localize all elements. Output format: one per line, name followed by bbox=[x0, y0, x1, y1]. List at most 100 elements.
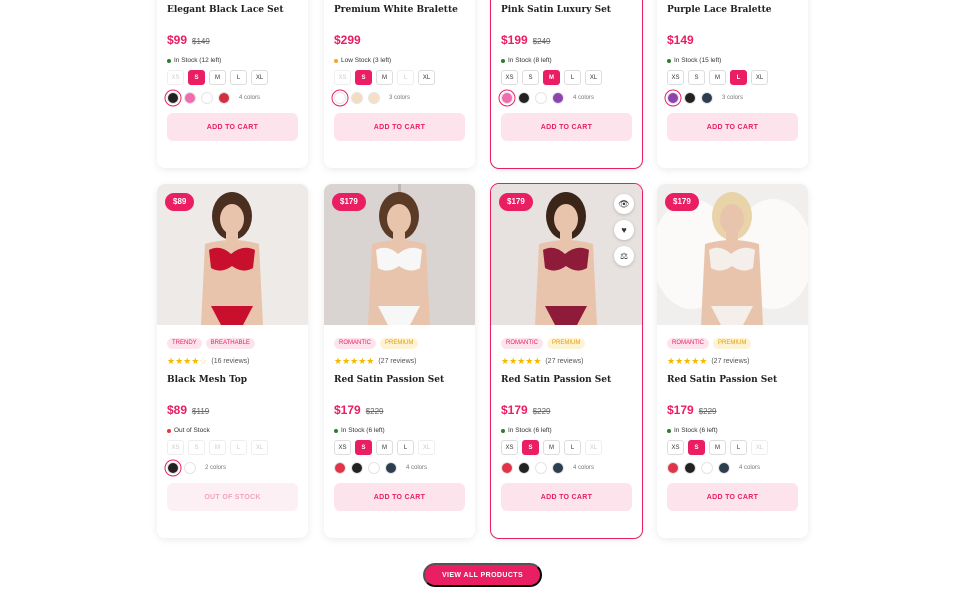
add-to-cart-button[interactable]: ADD TO CART bbox=[667, 483, 798, 511]
color-swatch[interactable] bbox=[718, 462, 730, 474]
size-option-xs[interactable]: XS bbox=[334, 440, 351, 455]
product-card[interactable]: $89 TRENDY BREATHABLE ★★★★☆ (16 reviews) Blac… bbox=[157, 184, 308, 538]
color-swatch[interactable] bbox=[351, 462, 363, 474]
product-card[interactable]: $179 ROMANTIC PREMIUM ★★★★★ (27 reviews) Red … bbox=[657, 184, 808, 538]
size-option-s[interactable]: S bbox=[522, 440, 539, 455]
add-to-cart-button[interactable]: ADD TO CART bbox=[334, 113, 465, 141]
product-image[interactable]: $89 bbox=[157, 184, 308, 325]
size-option-l[interactable]: L bbox=[230, 70, 247, 85]
add-to-cart-button[interactable]: ADD TO CART bbox=[667, 113, 798, 141]
size-option-m[interactable]: M bbox=[376, 440, 393, 455]
color-swatch[interactable] bbox=[167, 92, 179, 104]
color-swatch[interactable] bbox=[552, 462, 564, 474]
size-option-l[interactable]: L bbox=[564, 440, 581, 455]
size-option-m[interactable]: M bbox=[543, 70, 560, 85]
color-swatch[interactable] bbox=[334, 92, 346, 104]
price: $179 bbox=[501, 403, 528, 417]
color-swatch[interactable] bbox=[667, 462, 679, 474]
size-option-s[interactable]: S bbox=[522, 70, 539, 85]
size-option-m[interactable]: M bbox=[209, 70, 226, 85]
compare-icon[interactable]: ⚖ bbox=[614, 246, 634, 266]
product-card[interactable]: $179 ROMANTIC PREMIUM ★★★★★ (27 reviews) Red … bbox=[324, 184, 475, 538]
product-title[interactable]: Elegant Black Lace Set bbox=[167, 5, 298, 19]
heart-icon[interactable]: ♥ bbox=[614, 220, 634, 240]
size-option-s[interactable]: S bbox=[688, 70, 705, 85]
color-swatch[interactable] bbox=[201, 92, 213, 104]
size-option-xl[interactable]: XL bbox=[585, 70, 602, 85]
size-option-xl[interactable]: XL bbox=[751, 70, 768, 85]
product-card[interactable]: Elegant Black Lace Set $99 $149 In Stock (1… bbox=[157, 0, 308, 168]
size-option-l[interactable]: L bbox=[397, 440, 414, 455]
product-image[interactable]: $179 👁 ♥ ⚖ bbox=[491, 184, 642, 325]
product-card[interactable]: Pink Satin Luxury Set $199 $249 In Stock (8… bbox=[490, 0, 643, 169]
size-option-xl[interactable]: XL bbox=[251, 70, 268, 85]
color-swatch[interactable] bbox=[334, 462, 346, 474]
color-swatch[interactable] bbox=[501, 92, 513, 104]
review-count[interactable]: (27 reviews) bbox=[711, 358, 749, 365]
add-to-cart-button[interactable]: ADD TO CART bbox=[501, 483, 632, 511]
product-image[interactable]: $179 bbox=[324, 184, 475, 325]
view-all-products-button[interactable]: VIEW ALL PRODUCTS bbox=[423, 563, 542, 587]
size-option-s[interactable]: S bbox=[188, 70, 205, 85]
color-swatch[interactable] bbox=[518, 462, 530, 474]
tag-list: ROMANTIC PREMIUM bbox=[334, 338, 465, 350]
size-option-l[interactable]: L bbox=[730, 70, 747, 85]
product-title[interactable]: Premium White Bralette bbox=[334, 5, 465, 19]
color-swatch[interactable] bbox=[385, 462, 397, 474]
color-swatch[interactable] bbox=[552, 92, 564, 104]
size-option-m[interactable]: M bbox=[709, 440, 726, 455]
size-option-xl[interactable]: XL bbox=[418, 70, 435, 85]
product-title[interactable]: Red Satin Passion Set bbox=[334, 375, 465, 389]
add-to-cart-button[interactable]: ADD TO CART bbox=[334, 483, 465, 511]
size-option-s[interactable]: S bbox=[688, 440, 705, 455]
color-swatch[interactable] bbox=[167, 462, 179, 474]
add-to-cart-button[interactable]: ADD TO CART bbox=[167, 113, 298, 141]
color-swatch[interactable] bbox=[184, 92, 196, 104]
product-title[interactable]: Red Satin Passion Set bbox=[501, 375, 632, 389]
product-card[interactable]: $179 👁 ♥ ⚖ ROMANTIC PREMIUM ★★★★★ (27 reviews) R… bbox=[490, 183, 643, 539]
size-option-m[interactable]: M bbox=[376, 70, 393, 85]
color-swatch[interactable] bbox=[684, 92, 696, 104]
size-option-xs[interactable]: XS bbox=[501, 440, 518, 455]
price-badge: $179 bbox=[499, 193, 533, 211]
color-swatch[interactable] bbox=[535, 92, 547, 104]
eye-icon[interactable]: 👁 bbox=[614, 194, 634, 214]
price: $99 bbox=[167, 33, 188, 47]
review-count[interactable]: (27 reviews) bbox=[378, 358, 416, 365]
size-option-s[interactable]: S bbox=[355, 70, 372, 85]
color-swatch[interactable] bbox=[535, 462, 547, 474]
color-swatch[interactable] bbox=[684, 462, 696, 474]
review-count[interactable]: (27 reviews) bbox=[545, 358, 583, 365]
product-card[interactable]: Premium White Bralette $299 Low Stock (3 l… bbox=[324, 0, 475, 168]
size-option-m[interactable]: M bbox=[709, 70, 726, 85]
color-swatch[interactable] bbox=[518, 92, 530, 104]
product-title[interactable]: Black Mesh Top bbox=[167, 375, 298, 389]
color-swatch[interactable] bbox=[701, 462, 713, 474]
product-image[interactable]: $179 bbox=[657, 184, 808, 325]
review-count[interactable]: (16 reviews) bbox=[211, 358, 249, 365]
size-option-l[interactable]: L bbox=[564, 70, 581, 85]
color-swatch[interactable] bbox=[368, 92, 380, 104]
color-swatch[interactable] bbox=[667, 92, 679, 104]
size-selector: XS S M L XL bbox=[501, 70, 632, 85]
old-price: $229 bbox=[532, 407, 551, 416]
size-option-xs[interactable]: XS bbox=[501, 70, 518, 85]
color-swatch[interactable] bbox=[218, 92, 230, 104]
add-to-cart-button[interactable]: ADD TO CART bbox=[501, 113, 632, 141]
stock-status: Low Stock (3 left) bbox=[334, 57, 465, 64]
color-swatch[interactable] bbox=[351, 92, 363, 104]
product-title[interactable]: Red Satin Passion Set bbox=[667, 375, 798, 389]
color-swatch[interactable] bbox=[701, 92, 713, 104]
product-title[interactable]: Pink Satin Luxury Set bbox=[501, 5, 632, 19]
size-option-m[interactable]: M bbox=[543, 440, 560, 455]
size-option-l[interactable]: L bbox=[730, 440, 747, 455]
product-title[interactable]: Purple Lace Bralette bbox=[667, 5, 798, 19]
color-swatch[interactable] bbox=[501, 462, 513, 474]
product-card[interactable]: Purple Lace Bralette $149 In Stock (15 lef… bbox=[657, 0, 808, 168]
size-option-xs[interactable]: XS bbox=[667, 440, 684, 455]
color-swatch[interactable] bbox=[184, 462, 196, 474]
rating: ★★★★★ (27 reviews) bbox=[667, 356, 798, 366]
size-option-s[interactable]: S bbox=[355, 440, 372, 455]
color-swatch[interactable] bbox=[368, 462, 380, 474]
size-option-xs[interactable]: XS bbox=[667, 70, 684, 85]
